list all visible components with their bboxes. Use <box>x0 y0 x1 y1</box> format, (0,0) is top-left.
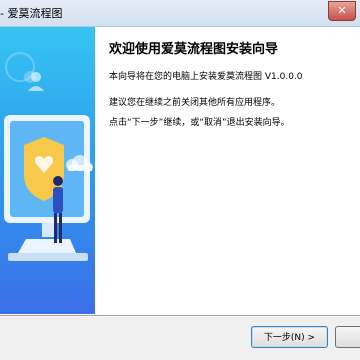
title-bar: - 爱莫流程图 ✕ <box>0 0 360 27</box>
close-apps-text: 建议您在继续之前关闭其他所有应用程序。 <box>109 98 281 108</box>
close-button[interactable]: ✕ <box>328 1 356 21</box>
illustration-graphic <box>4 52 93 261</box>
window-title: - 爱莫流程图 <box>0 7 63 20</box>
cancel-button[interactable] <box>335 326 360 348</box>
close-icon: ✕ <box>337 4 347 17</box>
welcome-illustration <box>0 27 95 314</box>
wizard-heading: 欢迎使用爱莫流程图安装向导 <box>109 42 279 57</box>
next-button[interactable]: 下一步(N) > <box>251 326 328 348</box>
installer-body: 欢迎使用爱莫流程图安装向导 本向导将在您的电脑上安装爱莫流程图 V1.0.0.0… <box>0 27 360 360</box>
button-bar: 下一步(N) > <box>0 317 360 360</box>
intro-text: 本向导将在您的电脑上安装爱莫流程图 V1.0.0.0 <box>109 72 303 82</box>
instructions-text: 点击“下一步”继续，或“取消”退出安装向导。 <box>109 118 290 128</box>
